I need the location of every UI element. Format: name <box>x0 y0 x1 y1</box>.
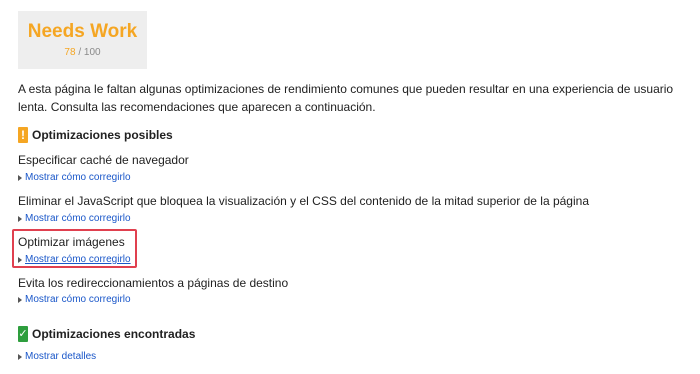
triangle-right-icon <box>18 353 22 360</box>
possible-optimizations-heading: ! Optimizaciones posibles <box>18 126 173 144</box>
show-fix-link[interactable]: Mostrar cómo corregirlo <box>18 213 131 224</box>
score-value: 78 <box>64 47 76 58</box>
rule-title: Optimizar imágenes <box>18 235 125 249</box>
score-card: Needs Work 78 / 100 <box>18 11 147 69</box>
triangle-right-icon <box>18 256 22 263</box>
link-label: Mostrar cómo corregirlo <box>25 294 131 305</box>
link-label: Mostrar cómo corregirlo <box>25 254 131 265</box>
triangle-right-icon <box>18 174 22 181</box>
intro-paragraph: A esta página le faltan algunas optimiza… <box>18 82 674 114</box>
triangle-right-icon <box>18 215 22 222</box>
show-fix-link[interactable]: Mostrar cómo corregirlo <box>18 254 131 265</box>
rule-title: Eliminar el JavaScript que bloquea la vi… <box>18 194 589 208</box>
score-readout: 78 / 100 <box>18 47 147 58</box>
rule-title: Especificar caché de navegador <box>18 153 189 167</box>
link-label: Mostrar cómo corregirlo <box>25 172 131 183</box>
show-details-link[interactable]: Mostrar detalles <box>18 351 96 362</box>
link-label: Mostrar cómo corregirlo <box>25 213 131 224</box>
checkmark-icon: ✓ <box>18 326 28 342</box>
score-max: / 100 <box>78 47 101 58</box>
show-fix-link[interactable]: Mostrar cómo corregirlo <box>18 172 131 183</box>
link-label: Mostrar detalles <box>25 351 97 362</box>
triangle-right-icon <box>18 296 22 303</box>
score-label: Needs Work <box>27 21 138 42</box>
show-fix-link[interactable]: Mostrar cómo corregirlo <box>18 294 131 305</box>
found-optimizations-title: Optimizaciones encontradas <box>32 327 196 341</box>
possible-optimizations-title: Optimizaciones posibles <box>32 128 173 142</box>
rule-title: Evita los redireccionamientos a páginas … <box>18 276 289 290</box>
warning-icon: ! <box>18 127 28 143</box>
found-optimizations-heading: ✓ Optimizaciones encontradas <box>18 325 195 343</box>
